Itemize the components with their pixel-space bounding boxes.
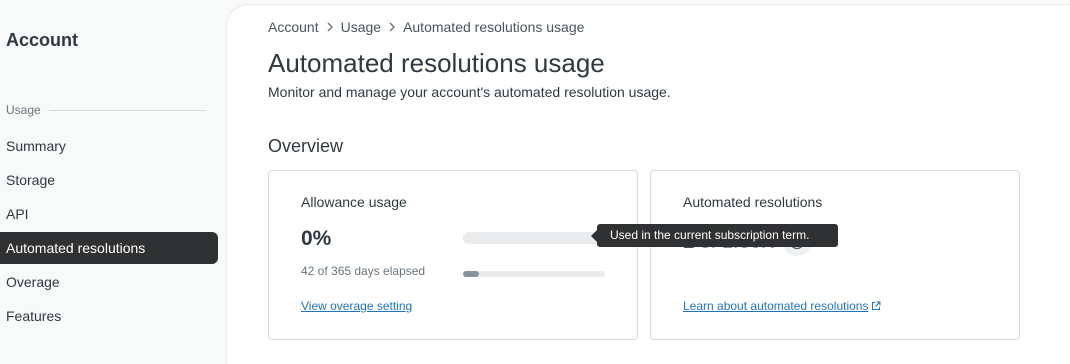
breadcrumb-usage[interactable]: Usage: [341, 19, 381, 35]
sidebar-item-automated-resolutions[interactable]: Automated resolutions: [0, 232, 218, 264]
main-content: Account Usage Automated resolutions usag…: [226, 4, 1070, 364]
breadcrumb-account[interactable]: Account: [268, 19, 319, 35]
allowance-usage-bar: [463, 232, 605, 244]
days-elapsed-text: 42 of 365 days elapsed: [301, 264, 426, 278]
sidebar-section-label: Usage: [6, 103, 41, 117]
sidebar-title: Account: [6, 30, 78, 50]
allowance-usage-percent: 0%: [301, 227, 332, 250]
overview-heading: Overview: [268, 136, 344, 156]
tooltip-arrow: [591, 230, 597, 242]
learn-automated-resolutions-link[interactable]: Learn about automated resolutions: [683, 299, 881, 314]
sidebar-nav: Summary Storage API Automated resolution…: [0, 130, 226, 334]
breadcrumb: Account Usage Automated resolutions usag…: [268, 19, 584, 35]
sidebar: Account Usage Summary Storage API Automa…: [0, 0, 226, 350]
learn-link-label: Learn about automated resolutions: [683, 299, 869, 313]
sidebar-item-features[interactable]: Features: [0, 300, 218, 332]
sidebar-item-api[interactable]: API: [0, 198, 218, 230]
page-title: Automated resolutions usage: [268, 48, 605, 78]
automated-resolutions-card: Automated resolutions 2 of 1.86K Learn a…: [650, 170, 1020, 340]
days-elapsed-bar: [463, 271, 605, 277]
tooltip-text: Used in the current subscription term.: [610, 228, 810, 242]
chevron-right-icon: [326, 20, 334, 35]
days-elapsed-bar-fill: [463, 271, 480, 277]
sidebar-section-divider: [48, 109, 206, 111]
info-tooltip: Used in the current subscription term.: [591, 224, 838, 247]
view-overage-setting-link[interactable]: View overage setting: [301, 299, 412, 313]
sidebar-item-overage[interactable]: Overage: [0, 266, 218, 298]
sidebar-section-usage: Usage: [6, 103, 206, 117]
sidebar-item-storage[interactable]: Storage: [0, 164, 218, 196]
external-link-icon: [871, 300, 881, 314]
page-description: Monitor and manage your account's automa…: [268, 84, 671, 100]
allowance-usage-card: Allowance usage 0% 42 of 365 days elapse…: [268, 170, 638, 340]
breadcrumb-current: Automated resolutions usage: [403, 19, 585, 35]
sidebar-item-summary[interactable]: Summary: [0, 130, 218, 162]
allowance-usage-label: Allowance usage: [301, 194, 407, 210]
automated-resolutions-label: Automated resolutions: [683, 194, 823, 210]
chevron-right-icon: [388, 20, 396, 35]
